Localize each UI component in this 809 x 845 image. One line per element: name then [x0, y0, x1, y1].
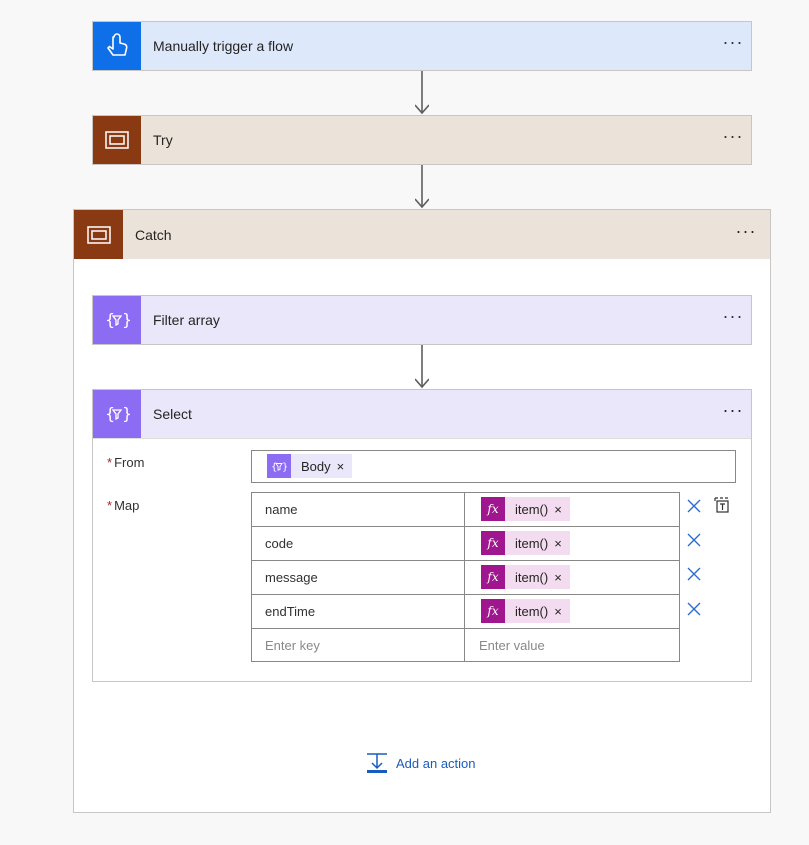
map-key-input[interactable]: Enter key: [252, 629, 465, 662]
body-token-label: Body: [301, 458, 331, 474]
item-token-label: item(): [515, 501, 549, 517]
switch-to-text-mode-icon[interactable]: [713, 496, 731, 514]
try-card[interactable]: Try ···: [92, 115, 752, 165]
data-operation-icon: {}: [93, 296, 141, 344]
required-mark: *: [107, 498, 113, 513]
map-label-text: Map: [114, 498, 140, 513]
svg-text:}: }: [122, 310, 130, 329]
add-action-icon: [367, 753, 387, 773]
item-token-label: item(): [515, 603, 549, 619]
trigger-card[interactable]: Manually trigger a flow ···: [92, 21, 752, 71]
scope-icon: [93, 116, 141, 164]
item-token[interactable]: fx item() ×: [481, 599, 570, 623]
map-row-empty: Enter key Enter value: [252, 629, 679, 662]
body-token[interactable]: {} Body ×: [267, 454, 353, 478]
item-token-label: item(): [515, 535, 549, 551]
select-title: Select: [153, 406, 192, 422]
from-label: * From: [107, 455, 144, 470]
item-token[interactable]: fx item() ×: [481, 531, 570, 555]
try-title: Try: [153, 132, 173, 148]
map-key-input[interactable]: code: [252, 527, 465, 560]
item-token[interactable]: fx item() ×: [481, 565, 570, 589]
scope-icon: [74, 210, 123, 259]
item-token-label: item(): [515, 569, 549, 585]
filter-array-more-button[interactable]: ···: [715, 307, 751, 329]
svg-text:}: }: [282, 462, 287, 473]
data-operation-icon: {}: [93, 390, 141, 438]
catch-more-button[interactable]: ···: [722, 222, 770, 244]
expression-fx-icon: fx: [481, 565, 505, 589]
map-value-input[interactable]: fx item() ×: [466, 561, 679, 594]
map-row: endTime fx item() ×: [252, 595, 679, 629]
map-row: message fx item() ×: [252, 561, 679, 595]
map-value-input[interactable]: fx item() ×: [466, 527, 679, 560]
remove-token-button[interactable]: ×: [554, 570, 570, 585]
map-value-input[interactable]: fx item() ×: [466, 493, 679, 526]
connector-arrow: [415, 345, 429, 389]
item-token[interactable]: fx item() ×: [481, 497, 570, 521]
remove-row-icon[interactable]: [686, 601, 702, 617]
select-header[interactable]: {} Select ···: [93, 390, 751, 439]
try-more-button[interactable]: ···: [715, 127, 751, 149]
remove-row-icon[interactable]: [686, 498, 702, 514]
map-table: name fx item() × code fx item() × messag…: [251, 492, 680, 662]
trigger-more-button[interactable]: ···: [715, 33, 751, 55]
remove-token-button[interactable]: ×: [554, 604, 570, 619]
expression-fx-icon: fx: [481, 497, 505, 521]
touch-hand-icon: [93, 22, 141, 70]
trigger-title: Manually trigger a flow: [153, 38, 294, 54]
connector-arrow: [415, 71, 429, 115]
expression-fx-icon: fx: [481, 531, 505, 555]
from-input[interactable]: {} Body ×: [251, 450, 736, 483]
remove-token-button[interactable]: ×: [554, 502, 570, 517]
remove-token-button[interactable]: ×: [554, 536, 570, 551]
map-key-input[interactable]: endTime: [252, 595, 465, 628]
expression-fx-icon: fx: [481, 599, 505, 623]
catch-title: Catch: [135, 226, 172, 243]
remove-token-button[interactable]: ×: [337, 459, 353, 474]
required-mark: *: [107, 455, 113, 470]
map-value-placeholder: Enter value: [479, 638, 545, 653]
from-label-text: From: [114, 455, 145, 470]
catch-header[interactable]: Catch ···: [74, 210, 770, 259]
filter-array-card[interactable]: {} Filter array ···: [92, 295, 752, 345]
map-value-input[interactable]: fx item() ×: [466, 595, 679, 628]
add-action-button[interactable]: Add an action: [366, 752, 476, 774]
map-key-input[interactable]: name: [252, 493, 465, 526]
remove-row-icon[interactable]: [686, 566, 702, 582]
map-key-input[interactable]: message: [252, 561, 465, 594]
select-more-button[interactable]: ···: [715, 401, 751, 423]
map-label: * Map: [107, 498, 139, 513]
connector-arrow: [415, 165, 429, 209]
svg-text:}: }: [122, 404, 130, 423]
map-value-input[interactable]: Enter value: [466, 629, 679, 662]
filter-array-title: Filter array: [153, 312, 220, 328]
map-row: code fx item() ×: [252, 527, 679, 561]
svg-text:{: {: [105, 310, 115, 329]
map-row: name fx item() ×: [252, 493, 679, 527]
data-operation-icon: {}: [267, 454, 291, 478]
add-action-label: Add an action: [396, 755, 476, 771]
svg-text:{: {: [105, 404, 115, 423]
remove-row-icon[interactable]: [686, 532, 702, 548]
